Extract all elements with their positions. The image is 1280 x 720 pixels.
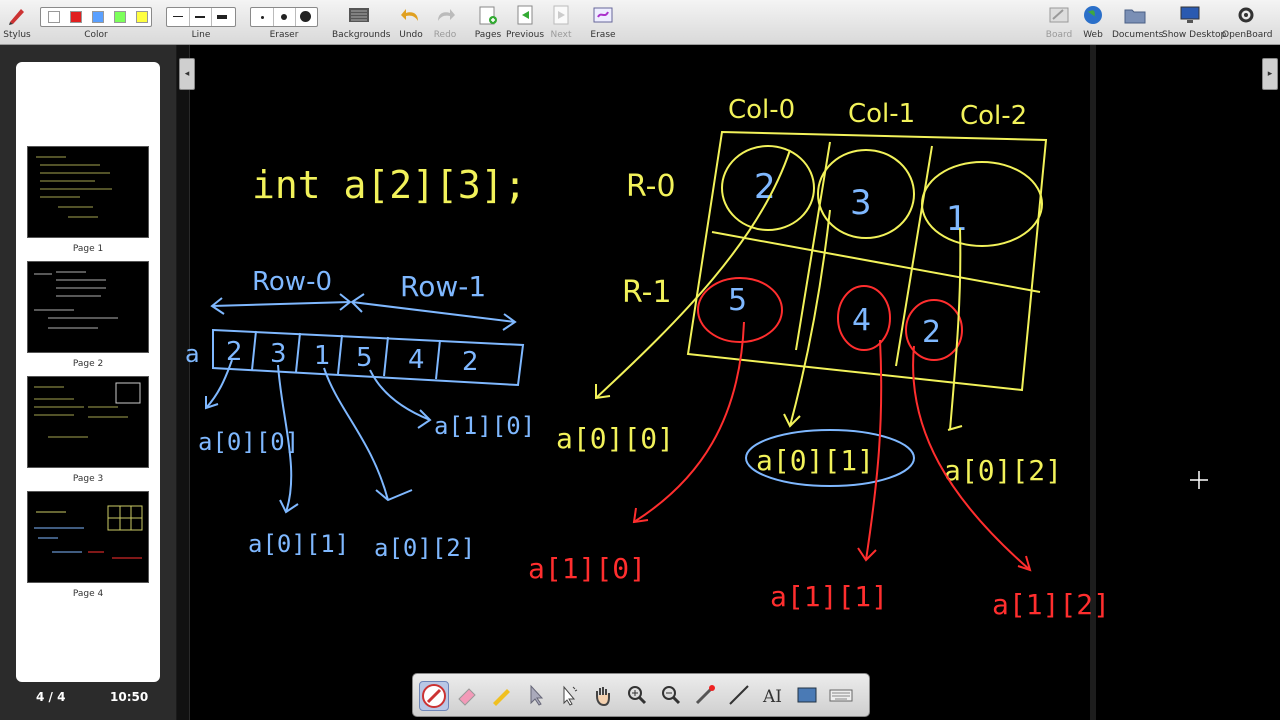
eraser-tool-button[interactable]: [453, 681, 481, 709]
selector-icon: [530, 684, 544, 706]
column-header: Col-1: [848, 99, 915, 129]
capture-icon: [797, 687, 817, 703]
index-label: a[1][2]: [992, 588, 1110, 621]
array-cell: 2: [462, 347, 479, 377]
zoom-out-icon: [662, 686, 681, 705]
laser-icon: [695, 685, 715, 705]
row-header: R-0: [626, 169, 676, 204]
array-cell: 3: [270, 339, 287, 369]
zoom-in-icon: [628, 686, 647, 705]
marker-tool-button[interactable]: [487, 681, 515, 709]
capture-tool-button[interactable]: [793, 681, 821, 709]
selector-tool-button[interactable]: [521, 681, 549, 709]
left-index-labels: a[0][0] a[1][0] a[0][1] a[0][2]: [198, 412, 535, 562]
tool-palette: AI: [412, 673, 870, 717]
crosshair-cursor-icon: [1190, 471, 1208, 489]
array-cell: 5: [356, 343, 373, 373]
row-1-label: Row-1: [400, 270, 486, 303]
index-label: a[0][0]: [556, 422, 674, 455]
eraser-icon: [458, 688, 476, 706]
grid-cell: 1: [946, 199, 968, 239]
column-header: Col-0: [728, 95, 795, 125]
array-name: a: [185, 340, 200, 368]
hand-tool-button[interactable]: [589, 681, 617, 709]
array-cell: 1: [314, 341, 331, 371]
laser-tool-button[interactable]: [691, 681, 719, 709]
grid-cell: 3: [850, 183, 872, 223]
zoom-in-tool-button[interactable]: [623, 681, 651, 709]
play-tool-button[interactable]: [555, 681, 583, 709]
pen-tool-button[interactable]: [419, 681, 449, 711]
index-label: a[1][0]: [528, 552, 646, 585]
row-0-label: Row-0: [252, 267, 332, 297]
keyboard-icon: [829, 689, 853, 702]
column-headers: Col-0 Col-1 Col-2: [728, 95, 1027, 131]
index-label: a[1][0]: [434, 412, 535, 440]
index-label: a[0][0]: [198, 428, 299, 456]
hand-icon: [596, 687, 610, 707]
index-label: a[0][2]: [944, 454, 1062, 487]
line-icon: [729, 685, 749, 705]
keyboard-tool-button[interactable]: [827, 681, 855, 709]
play-icon: [563, 685, 578, 706]
svg-text:AI: AI: [762, 687, 782, 707]
text-tool-button[interactable]: AI: [759, 681, 787, 709]
array-cell: 4: [408, 345, 425, 375]
marker-icon: [493, 689, 510, 706]
text-icon: AI: [762, 687, 782, 707]
index-label: a[1][1]: [770, 580, 888, 613]
grid-cell: 4: [852, 303, 871, 338]
grid-cell: 2: [922, 315, 941, 350]
index-label: a[0][2]: [374, 534, 475, 562]
board-drawing: int a[2][3]; Row-0 Row-1 a 2 3 1 5 4 2 a…: [185, 95, 1208, 621]
zoom-out-tool-button[interactable]: [657, 681, 685, 709]
line-tool-button[interactable]: [725, 681, 753, 709]
array-cell: 2: [226, 337, 243, 367]
grid-cell: 2: [754, 167, 776, 207]
pen-icon: [422, 684, 446, 708]
row-header: R-1: [622, 275, 672, 310]
row-headers: R-0 R-1: [622, 169, 676, 310]
index-label: a[0][1]: [756, 444, 874, 477]
column-header: Col-2: [960, 101, 1027, 131]
grid-cell: 5: [728, 283, 747, 318]
declaration-text: int a[2][3];: [252, 163, 527, 207]
index-label: a[0][1]: [248, 530, 349, 558]
